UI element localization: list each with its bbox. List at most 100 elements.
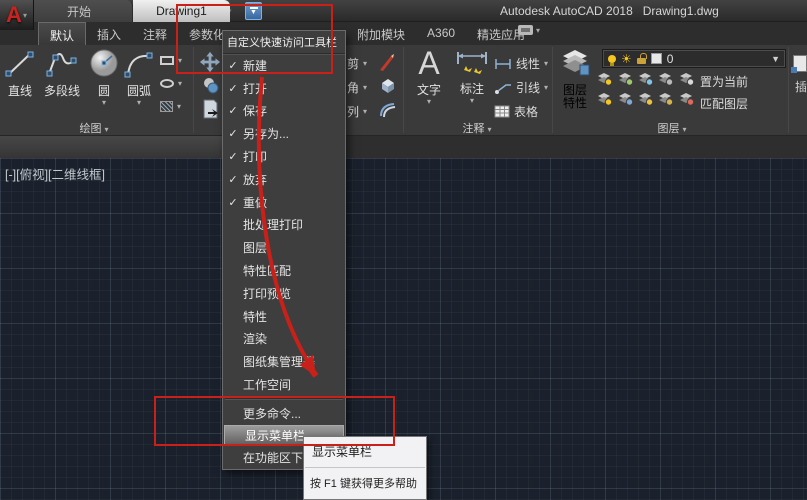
check-icon: ✓ — [228, 128, 238, 141]
chevron-down-icon: ▾ — [136, 98, 141, 107]
panel-label-text: 注释 — [462, 123, 485, 135]
fillet-button[interactable]: 角 ▾ — [347, 79, 367, 96]
panel-divider — [552, 47, 553, 133]
set-current-layer-button[interactable]: 置为当前 — [700, 73, 748, 90]
check-icon: ✓ — [228, 105, 238, 118]
layer-tool-button[interactable] — [617, 91, 633, 111]
move-button[interactable] — [199, 51, 221, 78]
cube-icon — [382, 79, 394, 93]
circle-icon — [90, 49, 118, 77]
layer-tool-button[interactable] — [596, 91, 613, 111]
menu-item[interactable]: ✓ 放弃 — [223, 168, 345, 191]
trim-button[interactable]: 剪 ▾ — [347, 55, 367, 72]
dimension-button[interactable]: 标注 ▾ — [452, 48, 492, 105]
customize-qat-button[interactable]: ▼ — [245, 2, 262, 20]
explode-button[interactable] — [378, 76, 398, 101]
arc-button[interactable]: 圆弧 ▾ — [120, 48, 158, 107]
layer-tool-button[interactable] — [637, 91, 654, 111]
chevron-down-icon: ▾ — [22, 10, 27, 20]
ribbon-tab-A360[interactable]: A360 — [416, 22, 466, 45]
button-label: 特性 — [562, 96, 587, 110]
menu-item-label: 保存 — [243, 104, 268, 119]
button-label: 多段线 — [43, 84, 80, 98]
hatch-tool-button[interactable]: ▾ — [160, 97, 181, 115]
menu-item[interactable]: 更多命令... — [223, 402, 345, 425]
offset-button[interactable] — [378, 100, 398, 125]
menu-title: 自定义快速访问工具栏 — [223, 31, 345, 54]
menu-items: ✓ 新建 ✓ 打开 ✓ 保存 ✓ 另存为... ✓ 打印 ✓ 放弃 ✓ 重做批处理打印图层特性匹配打印预览… — [223, 54, 345, 469]
menu-item[interactable]: ✓ 打开 — [223, 77, 345, 100]
layer-tool-button[interactable] — [657, 71, 674, 91]
tab-start[interactable]: 开始 — [26, 0, 133, 22]
ribbon-tab-附加模块[interactable]: 附加模块 — [346, 22, 416, 45]
app-menu-button[interactable]: A ▾ — [0, 0, 34, 30]
leader-button[interactable]: 引线 ▾ — [494, 79, 548, 96]
layer-tool-button[interactable] — [617, 71, 633, 91]
match-properties-button[interactable] — [378, 52, 398, 77]
qat-customize-menu: 自定义快速访问工具栏 ✓ 新建 ✓ 打开 ✓ 保存 ✓ 另存为... ✓ 打印 ✓ 放弃 ✓ 重做批处理打… — [222, 30, 346, 470]
annotate-panel-label[interactable]: 注释 ▾ — [447, 120, 507, 136]
ribbon-tab-插入[interactable]: 插入 — [86, 22, 132, 45]
menu-item[interactable]: 打印预览 — [223, 282, 345, 305]
menu-item[interactable]: 工作空间 — [223, 373, 345, 396]
menu-item[interactable]: ✓ 保存 — [223, 100, 345, 123]
menu-item[interactable]: ✓ 重做 — [223, 191, 345, 214]
panel-divider — [403, 47, 404, 133]
tooltip-hint: 按 F1 键获得更多帮助 — [310, 478, 417, 490]
layer-tool-button[interactable] — [678, 71, 694, 91]
menu-item[interactable]: 批处理打印 — [223, 214, 345, 237]
layer-properties-button[interactable]: 图层 特性 — [556, 48, 594, 110]
polyline-button[interactable]: 多段线 — [40, 48, 84, 99]
brush-icon — [380, 54, 394, 71]
menu-item-label: 另存为... — [243, 127, 290, 142]
menu-item[interactable]: 图层 — [223, 236, 345, 259]
menu-item[interactable]: 特性匹配 — [223, 259, 345, 282]
menu-item[interactable]: 特性 — [223, 305, 345, 328]
ribbon-tab-默认[interactable]: 默认 — [38, 22, 87, 45]
match-layer-button[interactable]: 匹配图层 — [700, 95, 748, 112]
menu-item[interactable]: 渲染 — [223, 328, 345, 351]
layer-tool-button[interactable] — [596, 71, 613, 91]
menu-item[interactable]: ✓ 另存为... — [223, 122, 345, 145]
button-label: 线性 — [516, 57, 541, 71]
layer-stack-icon — [679, 93, 694, 106]
ellipse-tool-button[interactable]: ▾ — [160, 74, 182, 92]
ribbon-tab-注释[interactable]: 注释 — [132, 22, 178, 45]
stretch-icon — [203, 99, 218, 119]
menu-item-label: 打印预览 — [243, 286, 292, 301]
menu-item-label: 批处理打印 — [243, 218, 304, 233]
menu-item-label: 图层 — [243, 241, 268, 256]
text-button[interactable]: A 文字 ▾ — [408, 47, 450, 106]
layer-stack-icon — [659, 73, 674, 86]
button-label: 圆 — [97, 84, 110, 98]
viewport-controls-label[interactable]: [-][俯视][二维线框] — [5, 164, 105, 183]
menu-item[interactable]: 图纸集管理器 — [223, 350, 345, 373]
ribbon-tabs-right: 附加模块 A360 精选应用 — [346, 22, 536, 45]
draw-panel-label[interactable]: 绘图 ▾ — [66, 120, 122, 136]
layer-tool-button[interactable] — [678, 91, 694, 111]
layer-stack-icon — [598, 93, 613, 106]
layer-tool-button[interactable] — [657, 91, 674, 111]
layer-stack-icon — [598, 73, 613, 86]
chevron-down-icon: ▾ — [104, 125, 109, 134]
linear-dimension-button[interactable]: 线性 ▾ — [494, 55, 548, 72]
rectangle-tool-button[interactable]: ▾ — [160, 51, 182, 69]
menu-item[interactable]: ✓ 新建 — [223, 54, 345, 77]
layers-panel-label[interactable]: 图层 ▾ — [642, 120, 702, 136]
table-button[interactable]: 表格 — [494, 103, 538, 120]
media-tab-button[interactable]: ▾ — [518, 25, 540, 35]
menu-item-label: 渲染 — [243, 332, 268, 347]
tab-drawing1[interactable]: Drawing1 — [133, 0, 230, 22]
menu-item-label: 图纸集管理器 — [243, 355, 316, 370]
menu-item[interactable]: ✓ 打印 — [223, 145, 345, 168]
layer-select-dropdown[interactable]: ☀ 0 ▼ — [602, 49, 786, 68]
arc-icon — [124, 52, 153, 78]
insert-block-label[interactable]: 插 — [795, 78, 807, 95]
dimension-icon — [457, 52, 487, 74]
stretch-button[interactable] — [201, 98, 221, 125]
array-button[interactable]: 列 ▾ — [347, 103, 367, 120]
button-label: 引线 — [516, 81, 541, 95]
circle-button[interactable]: 圆 ▾ — [86, 48, 122, 107]
line-button[interactable]: 直线 — [0, 48, 40, 99]
layer-tool-button[interactable] — [637, 71, 654, 91]
